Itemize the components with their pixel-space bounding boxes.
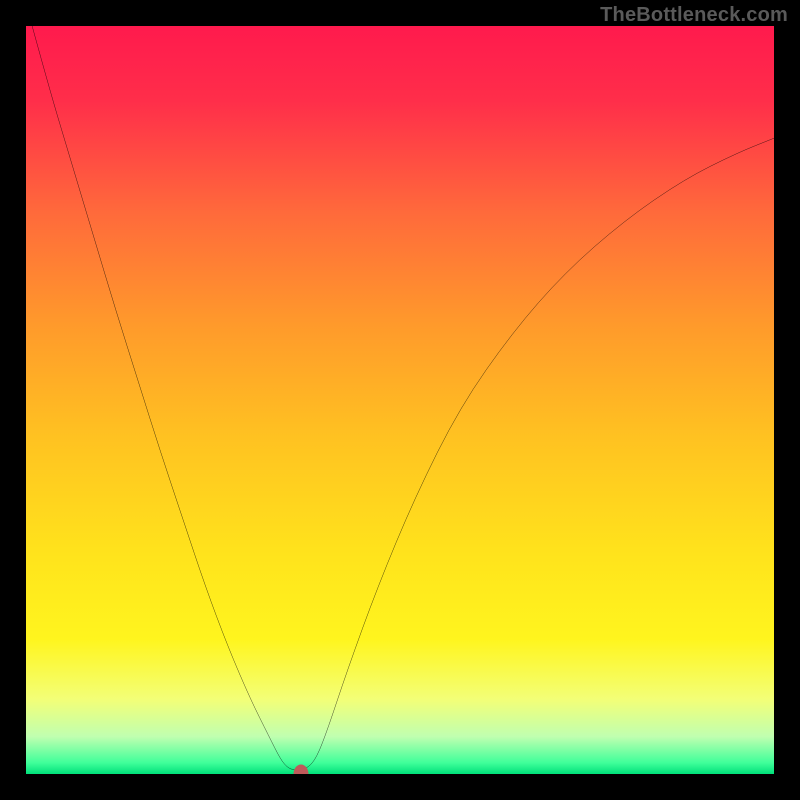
chart-container: TheBottleneck.com [0, 0, 800, 800]
plot-area [26, 26, 774, 774]
bottleneck-curve [26, 26, 774, 774]
watermark-text: TheBottleneck.com [600, 4, 788, 27]
